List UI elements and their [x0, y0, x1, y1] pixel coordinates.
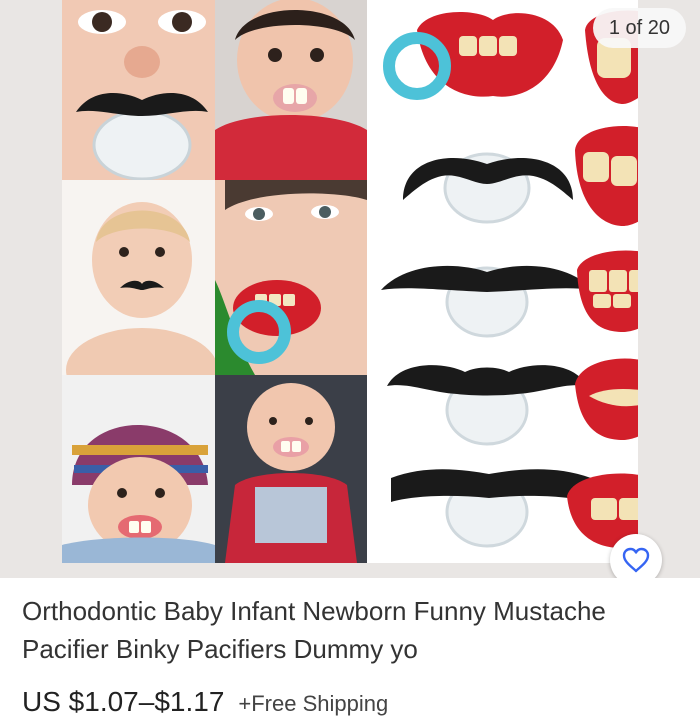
listing-title[interactable]: Orthodontic Baby Infant Newborn Funny Mu… — [22, 592, 652, 668]
image-gallery[interactable]: 1 of 20 — [0, 0, 700, 578]
photo-baby-knitted-hat — [62, 375, 215, 563]
photo-baby-lips-pacifier — [215, 180, 367, 375]
photo-baby-mustache-closeup — [62, 0, 215, 180]
price-row: US $1.07–$1.17 +Free Shipping — [22, 686, 388, 718]
heart-icon — [622, 547, 650, 573]
photo-baby-small-mustache — [62, 180, 215, 375]
shipping-info: +Free Shipping — [238, 691, 389, 716]
watch-button[interactable] — [610, 534, 662, 578]
listing-info: Orthodontic Baby Infant Newborn Funny Mu… — [0, 578, 700, 728]
image-counter-badge: 1 of 20 — [592, 8, 686, 48]
product-image[interactable] — [62, 0, 638, 563]
price: US $1.07–$1.17 — [22, 686, 225, 717]
pacifier-product-shots — [367, 0, 638, 563]
photo-baby-teeth-red-shirt — [215, 0, 367, 180]
photo-baby-car-seat — [215, 375, 367, 563]
